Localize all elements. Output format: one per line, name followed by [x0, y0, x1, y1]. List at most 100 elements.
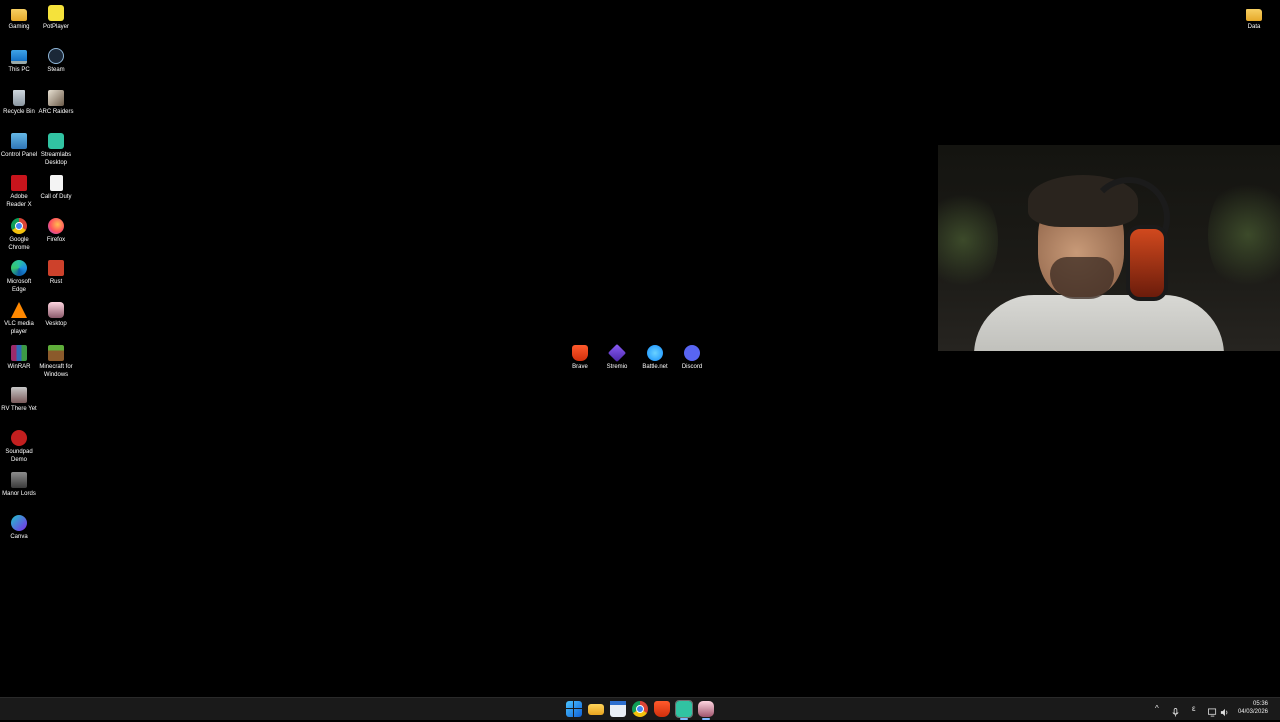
icon-label: Discord [681, 364, 703, 370]
icon-label: Canva [10, 534, 28, 540]
icon-label: Google Chrome [8, 237, 30, 251]
desktop-icon-gaming[interactable]: Gaming [0, 5, 38, 32]
icon-label: Battle.net [642, 364, 668, 370]
desktop-icon-control-panel[interactable]: Control Panel [0, 133, 38, 160]
desktop-icon-rust[interactable]: Rust [37, 260, 75, 287]
icon-label: Minecraft for Windows [39, 364, 73, 378]
desktop-icon-microsoft-edge[interactable]: Microsoft Edge [0, 260, 38, 294]
icon-label: Call of Duty [40, 194, 72, 200]
start-button[interactable] [566, 701, 582, 717]
firefox-icon [48, 218, 64, 234]
language-indicator[interactable]: ε [1192, 698, 1196, 720]
webcam-overlay [938, 145, 1280, 351]
desktop-icon-rv-there-yet[interactable]: RV There Yet [0, 387, 38, 414]
desktop-icon-winrar[interactable]: WinRAR [0, 345, 38, 372]
icon-label: Manor Lords [2, 491, 36, 497]
battlenet-icon [647, 345, 663, 361]
desktop-icon-canva[interactable]: Canva [0, 515, 38, 542]
icon-label: Stremio [606, 364, 628, 370]
desktop-icon-manor-lords[interactable]: Manor Lords [0, 472, 38, 499]
icon-label: Data [1247, 24, 1261, 30]
desktop: Gaming PotPlayer This PC Steam Recycle B… [0, 0, 1280, 697]
icon-label: Microsoft Edge [6, 279, 32, 293]
desktop-icon-potplayer[interactable]: PotPlayer [37, 5, 75, 32]
desktop-icon-arc-raiders[interactable]: ARC Raiders [37, 90, 75, 117]
vesktop-icon [48, 302, 64, 318]
icon-label: WinRAR [7, 364, 31, 370]
icon-label: Brave [572, 364, 588, 370]
clock-date: 04/03/2026 [1237, 709, 1268, 715]
icon-label: Adobe Reader X [6, 194, 32, 208]
icon-label: RV There Yet [1, 406, 37, 412]
desktop-icon-call-of-duty[interactable]: Call of Duty [37, 175, 75, 202]
adobe-reader-icon [11, 175, 27, 191]
brave-icon [572, 345, 588, 361]
person-shirt [974, 295, 1224, 351]
person-beard [1050, 257, 1114, 299]
desktop-icon-this-pc[interactable]: This PC [0, 48, 38, 75]
icon-label: Steam [47, 67, 65, 73]
potplayer-icon [48, 5, 64, 21]
desktop-icon-steam[interactable]: Steam [37, 48, 75, 75]
desktop-icon-soundpad[interactable]: Soundpad Demo [0, 430, 38, 464]
arc-raiders-icon [48, 90, 64, 106]
discord-icon [684, 345, 700, 361]
document-icon [49, 175, 63, 191]
icon-label: Vesktop [45, 321, 67, 327]
icon-label: Control Panel [0, 152, 38, 158]
taskbar: ^ ε 05:36 04/03/2026 [0, 697, 1280, 720]
desktop-icon-firefox[interactable]: Firefox [37, 218, 75, 245]
desktop-icon-vesktop[interactable]: Vesktop [37, 302, 75, 329]
manor-lords-icon [11, 472, 27, 488]
desktop-icon-recycle-bin[interactable]: Recycle Bin [0, 90, 38, 117]
system-clock[interactable]: 05:36 04/03/2026 [1238, 700, 1268, 716]
desktop-icon-discord[interactable]: Discord [673, 345, 711, 372]
icon-label: PotPlayer [42, 24, 69, 30]
volume-icon[interactable] [1220, 704, 1229, 717]
canva-icon [11, 515, 27, 531]
chrome-taskbar-button[interactable] [632, 701, 648, 717]
icon-label: Recycle Bin [3, 109, 35, 115]
edge-icon [11, 260, 27, 276]
calendar-button[interactable] [610, 701, 626, 717]
desktop-icon-minecraft[interactable]: Minecraft for Windows [37, 345, 75, 379]
desktop-icon-streamlabs[interactable]: Streamlabs Desktop [37, 133, 75, 167]
icon-label: Streamlabs Desktop [40, 152, 72, 166]
brave-taskbar-button[interactable] [654, 701, 670, 717]
desktop-icon-vlc[interactable]: VLC media player [0, 302, 38, 336]
desktop-icon-stremio[interactable]: Stremio [598, 343, 636, 372]
file-explorer-button[interactable] [588, 704, 604, 715]
streamlabs-taskbar-button[interactable] [675, 700, 693, 720]
icon-label: ARC Raiders [38, 109, 74, 115]
winrar-icon [11, 345, 27, 361]
desktop-icon-data[interactable]: Data [1235, 5, 1273, 32]
chrome-icon [11, 218, 27, 234]
headphone-icon [1126, 225, 1168, 301]
microphone-icon[interactable] [1171, 704, 1180, 717]
icon-label: Soundpad Demo [5, 449, 33, 463]
clock-time: 05:36 [1252, 701, 1268, 707]
desktop-icon-brave[interactable]: Brave [561, 345, 599, 372]
icon-label: This PC [8, 67, 30, 73]
rv-there-yet-icon [11, 387, 27, 403]
icon-label: Firefox [46, 237, 66, 243]
control-panel-icon [11, 133, 27, 149]
icon-label: Rust [49, 279, 63, 285]
network-icon[interactable] [1208, 704, 1217, 717]
monitor-icon [11, 50, 27, 64]
vlc-icon [11, 302, 27, 318]
streamlabs-icon [48, 133, 64, 149]
desktop-icon-google-chrome[interactable]: Google Chrome [0, 218, 38, 252]
recycle-bin-icon [13, 90, 25, 106]
folder-icon [1246, 9, 1262, 21]
desktop-icon-battlenet[interactable]: Battle.net [636, 345, 674, 372]
steam-icon [48, 48, 64, 64]
vesktop-taskbar-button[interactable] [698, 701, 714, 720]
rust-icon [48, 260, 64, 276]
tray-chevron[interactable]: ^ [1155, 698, 1159, 720]
icon-label: VLC media player [4, 321, 34, 335]
background-plant [1208, 175, 1280, 295]
stremio-icon [607, 343, 627, 363]
desktop-icon-adobe-reader[interactable]: Adobe Reader X [0, 175, 38, 209]
icon-label: Gaming [8, 24, 30, 30]
